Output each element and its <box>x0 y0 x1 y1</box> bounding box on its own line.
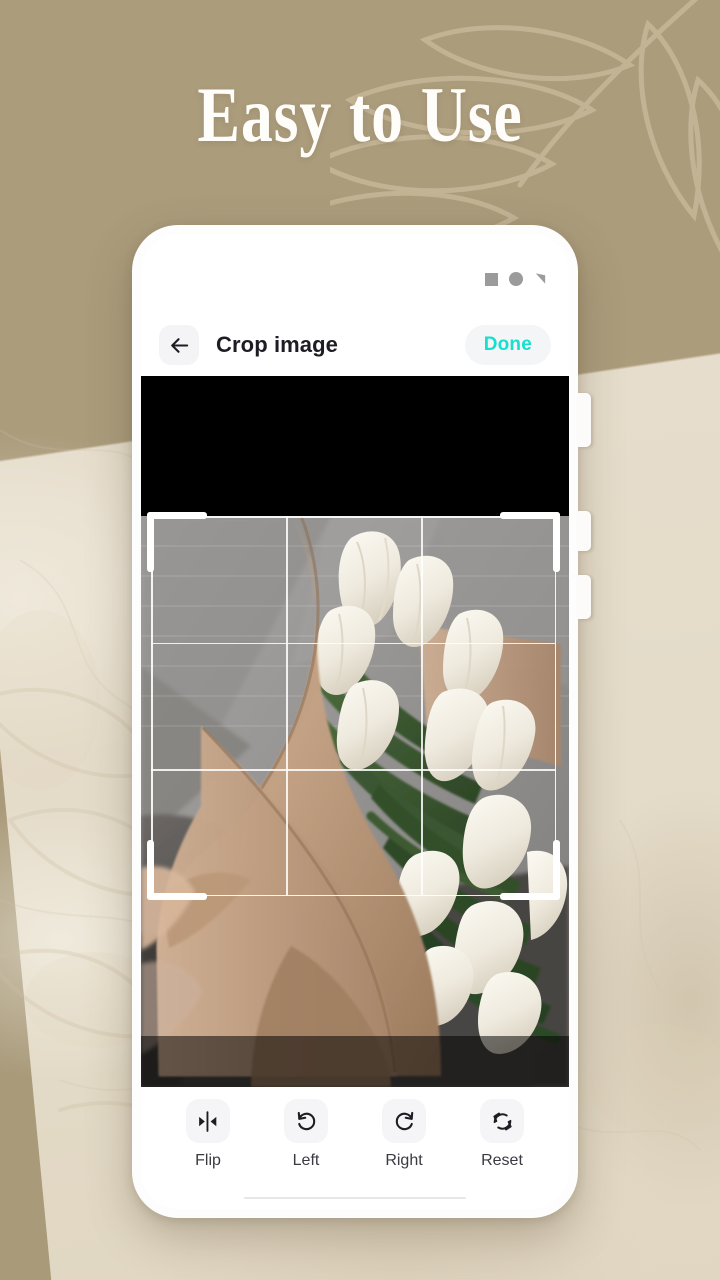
rotate-left-button[interactable]: Left <box>264 1087 348 1170</box>
flip-horizontal-icon <box>186 1099 230 1143</box>
edit-toolbar: Flip Left Right Reset <box>141 1087 569 1209</box>
rotate-left-button-label: Left <box>292 1152 320 1169</box>
reset-button[interactable]: Reset <box>460 1087 544 1170</box>
reset-button-label: Reset <box>481 1152 523 1169</box>
flip-button[interactable]: Flip <box>166 1087 250 1170</box>
home-indicator <box>244 1197 466 1199</box>
crop-edge-top[interactable] <box>151 516 556 518</box>
phone-screen: Crop image Done Flip Left Right Reset <box>141 234 569 1209</box>
rotate-right-button[interactable]: Right <box>362 1087 446 1170</box>
crop-dim-overlay <box>141 1036 569 1087</box>
crop-edge-bottom[interactable] <box>151 894 556 896</box>
phone-volume-up-button[interactable] <box>578 393 591 447</box>
wifi-circle-icon <box>509 272 523 286</box>
phone-mockup: Crop image Done Flip Left Right Reset <box>132 225 591 1218</box>
signal-square-icon <box>485 272 498 286</box>
crop-grid-line-v1 <box>286 516 288 896</box>
back-button[interactable] <box>159 325 199 365</box>
crop-frame[interactable] <box>147 512 560 900</box>
rotate-right-button-label: Right <box>385 1152 423 1169</box>
crop-edge-left[interactable] <box>151 516 153 896</box>
rotate-left-icon <box>284 1099 328 1143</box>
done-button-label: Done <box>483 334 532 355</box>
screen-title: Crop image <box>216 332 339 357</box>
crop-canvas[interactable] <box>141 376 569 1087</box>
crop-grid-line-h2 <box>151 769 556 771</box>
page-title: Easy to Use <box>197 71 523 158</box>
flip-button-label: Flip <box>195 1152 221 1169</box>
battery-slash-icon <box>535 273 546 284</box>
arrow-left-icon <box>170 337 188 353</box>
reset-refresh-icon <box>480 1099 524 1143</box>
crop-grid-line-v2 <box>421 516 423 896</box>
rotate-right-icon <box>382 1099 426 1143</box>
phone-power-button[interactable] <box>578 575 591 619</box>
crop-edge-right[interactable] <box>554 516 556 896</box>
done-button[interactable]: Done <box>464 325 551 365</box>
app-bar: Crop image Done <box>141 314 569 376</box>
phone-volume-down-button[interactable] <box>578 511 591 551</box>
crop-grid-line-h1 <box>151 642 556 645</box>
status-bar <box>485 272 547 286</box>
